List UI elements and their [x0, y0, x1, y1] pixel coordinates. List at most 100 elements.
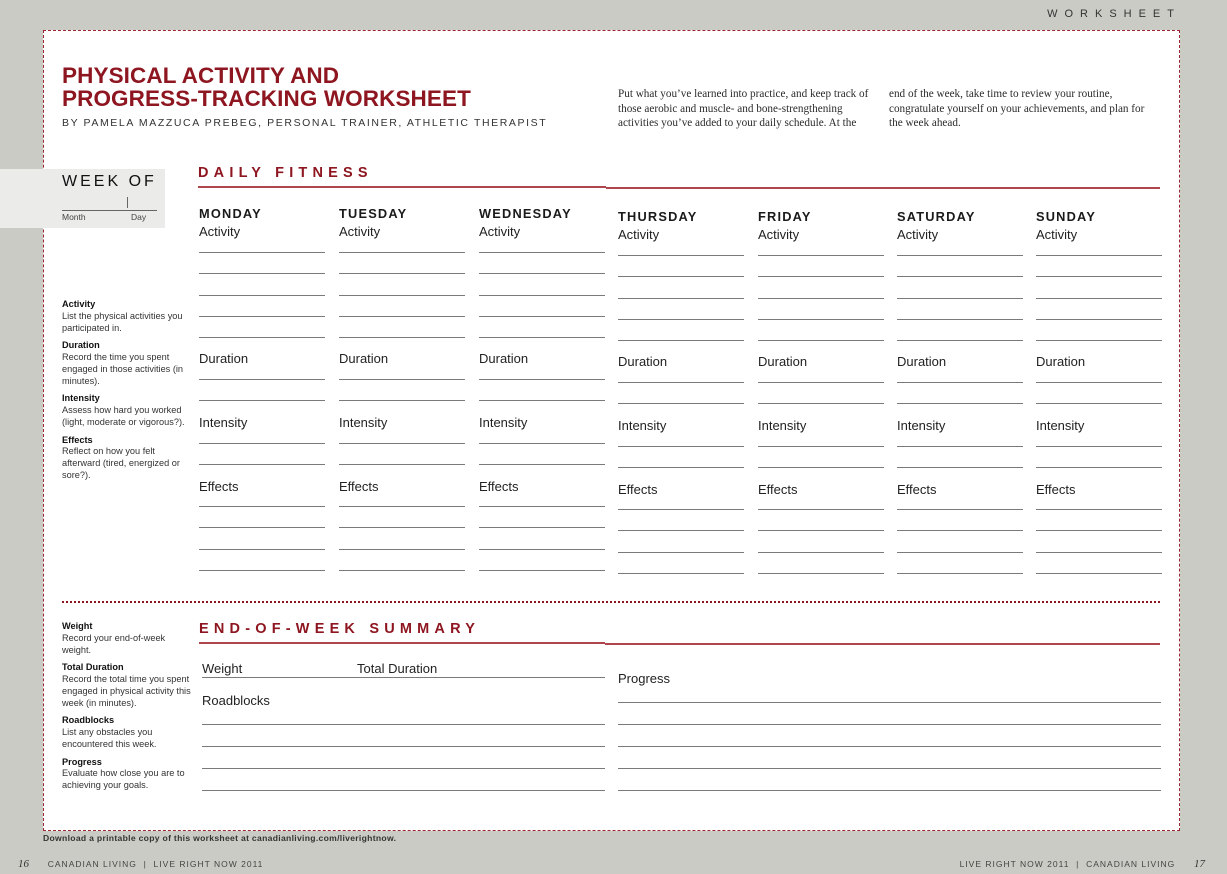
duration-write-line[interactable] [758, 382, 884, 383]
effects-write-line[interactable] [1036, 572, 1162, 574]
activity-write-line[interactable] [1036, 318, 1162, 320]
progress-write-line[interactable] [618, 746, 1161, 747]
roadblocks-write-line[interactable] [202, 746, 605, 747]
intensity-write-line[interactable] [618, 467, 744, 469]
duration-write-line[interactable] [618, 382, 744, 383]
duration-write-line[interactable] [339, 379, 465, 380]
activity-write-line[interactable] [897, 318, 1023, 320]
effects-write-line[interactable] [618, 509, 744, 510]
activity-write-line[interactable] [479, 273, 605, 275]
activity-write-line[interactable] [339, 294, 465, 296]
roadblocks-write-line[interactable] [202, 768, 605, 769]
effects-write-line[interactable] [199, 527, 325, 529]
activity-write-line[interactable] [199, 337, 325, 339]
progress-write-line[interactable] [618, 702, 1161, 703]
duration-write-line[interactable] [1036, 403, 1162, 405]
activity-write-line[interactable] [758, 276, 884, 278]
effects-write-line[interactable] [1036, 551, 1162, 553]
activity-write-line[interactable] [897, 276, 1023, 278]
activity-write-line[interactable] [618, 340, 744, 342]
activity-write-line[interactable] [479, 252, 605, 253]
progress-write-line[interactable] [618, 768, 1161, 769]
intensity-write-line[interactable] [758, 446, 884, 447]
activity-write-line[interactable] [1036, 340, 1162, 342]
effects-write-line[interactable] [339, 527, 465, 529]
effects-write-line[interactable] [758, 509, 884, 510]
duration-write-line[interactable] [1036, 382, 1162, 383]
roadblocks-write-line[interactable] [202, 790, 605, 791]
activity-write-line[interactable] [479, 294, 605, 296]
duration-write-line[interactable] [199, 379, 325, 380]
intensity-write-line[interactable] [339, 443, 465, 444]
activity-write-line[interactable] [758, 255, 884, 256]
effects-write-line[interactable] [1036, 530, 1162, 532]
intensity-write-line[interactable] [758, 467, 884, 469]
duration-write-line[interactable] [897, 403, 1023, 405]
effects-write-line[interactable] [618, 551, 744, 553]
intensity-write-line[interactable] [1036, 467, 1162, 469]
activity-write-line[interactable] [339, 337, 465, 339]
effects-write-line[interactable] [339, 506, 465, 507]
duration-write-line[interactable] [897, 382, 1023, 383]
activity-write-line[interactable] [758, 318, 884, 320]
duration-write-line[interactable] [479, 400, 605, 402]
activity-write-line[interactable] [618, 255, 744, 256]
progress-write-line[interactable] [618, 790, 1161, 791]
duration-write-line[interactable] [339, 400, 465, 402]
effects-write-line[interactable] [618, 572, 744, 574]
effects-write-line[interactable] [897, 551, 1023, 553]
activity-write-line[interactable] [199, 294, 325, 296]
activity-write-line[interactable] [1036, 297, 1162, 299]
intensity-write-line[interactable] [479, 464, 605, 466]
duration-write-line[interactable] [618, 403, 744, 405]
intensity-write-line[interactable] [339, 464, 465, 466]
activity-write-line[interactable] [479, 337, 605, 339]
intensity-write-line[interactable] [199, 464, 325, 466]
activity-write-line[interactable] [618, 276, 744, 278]
activity-write-line[interactable] [618, 318, 744, 320]
activity-write-line[interactable] [897, 340, 1023, 342]
activity-write-line[interactable] [339, 252, 465, 253]
activity-write-line[interactable] [199, 315, 325, 317]
weight-duration-line[interactable] [202, 677, 605, 678]
roadblocks-write-line[interactable] [202, 724, 605, 725]
effects-write-line[interactable] [339, 569, 465, 571]
activity-write-line[interactable] [1036, 276, 1162, 278]
duration-write-line[interactable] [479, 379, 605, 380]
activity-write-line[interactable] [897, 297, 1023, 299]
duration-write-line[interactable] [758, 403, 884, 405]
activity-write-line[interactable] [897, 255, 1023, 256]
intensity-write-line[interactable] [897, 446, 1023, 447]
intensity-write-line[interactable] [479, 443, 605, 444]
duration-write-line[interactable] [199, 400, 325, 402]
activity-write-line[interactable] [758, 297, 884, 299]
activity-write-line[interactable] [1036, 255, 1162, 256]
week-of-input-line[interactable] [62, 210, 157, 211]
activity-write-line[interactable] [199, 273, 325, 275]
effects-write-line[interactable] [479, 527, 605, 529]
intensity-write-line[interactable] [618, 446, 744, 447]
progress-write-line[interactable] [618, 724, 1161, 725]
effects-write-line[interactable] [618, 530, 744, 532]
effects-write-line[interactable] [897, 572, 1023, 574]
activity-write-line[interactable] [479, 315, 605, 317]
effects-write-line[interactable] [897, 509, 1023, 510]
activity-write-line[interactable] [339, 315, 465, 317]
effects-write-line[interactable] [339, 548, 465, 550]
intensity-write-line[interactable] [1036, 446, 1162, 447]
effects-write-line[interactable] [758, 530, 884, 532]
effects-write-line[interactable] [199, 569, 325, 571]
effects-write-line[interactable] [1036, 509, 1162, 510]
effects-write-line[interactable] [758, 572, 884, 574]
activity-write-line[interactable] [199, 252, 325, 253]
activity-write-line[interactable] [339, 273, 465, 275]
effects-write-line[interactable] [479, 548, 605, 550]
activity-write-line[interactable] [618, 297, 744, 299]
effects-write-line[interactable] [479, 569, 605, 571]
effects-write-line[interactable] [199, 506, 325, 507]
effects-write-line[interactable] [479, 506, 605, 507]
effects-write-line[interactable] [758, 551, 884, 553]
effects-write-line[interactable] [897, 530, 1023, 532]
effects-write-line[interactable] [199, 548, 325, 550]
activity-write-line[interactable] [758, 340, 884, 342]
